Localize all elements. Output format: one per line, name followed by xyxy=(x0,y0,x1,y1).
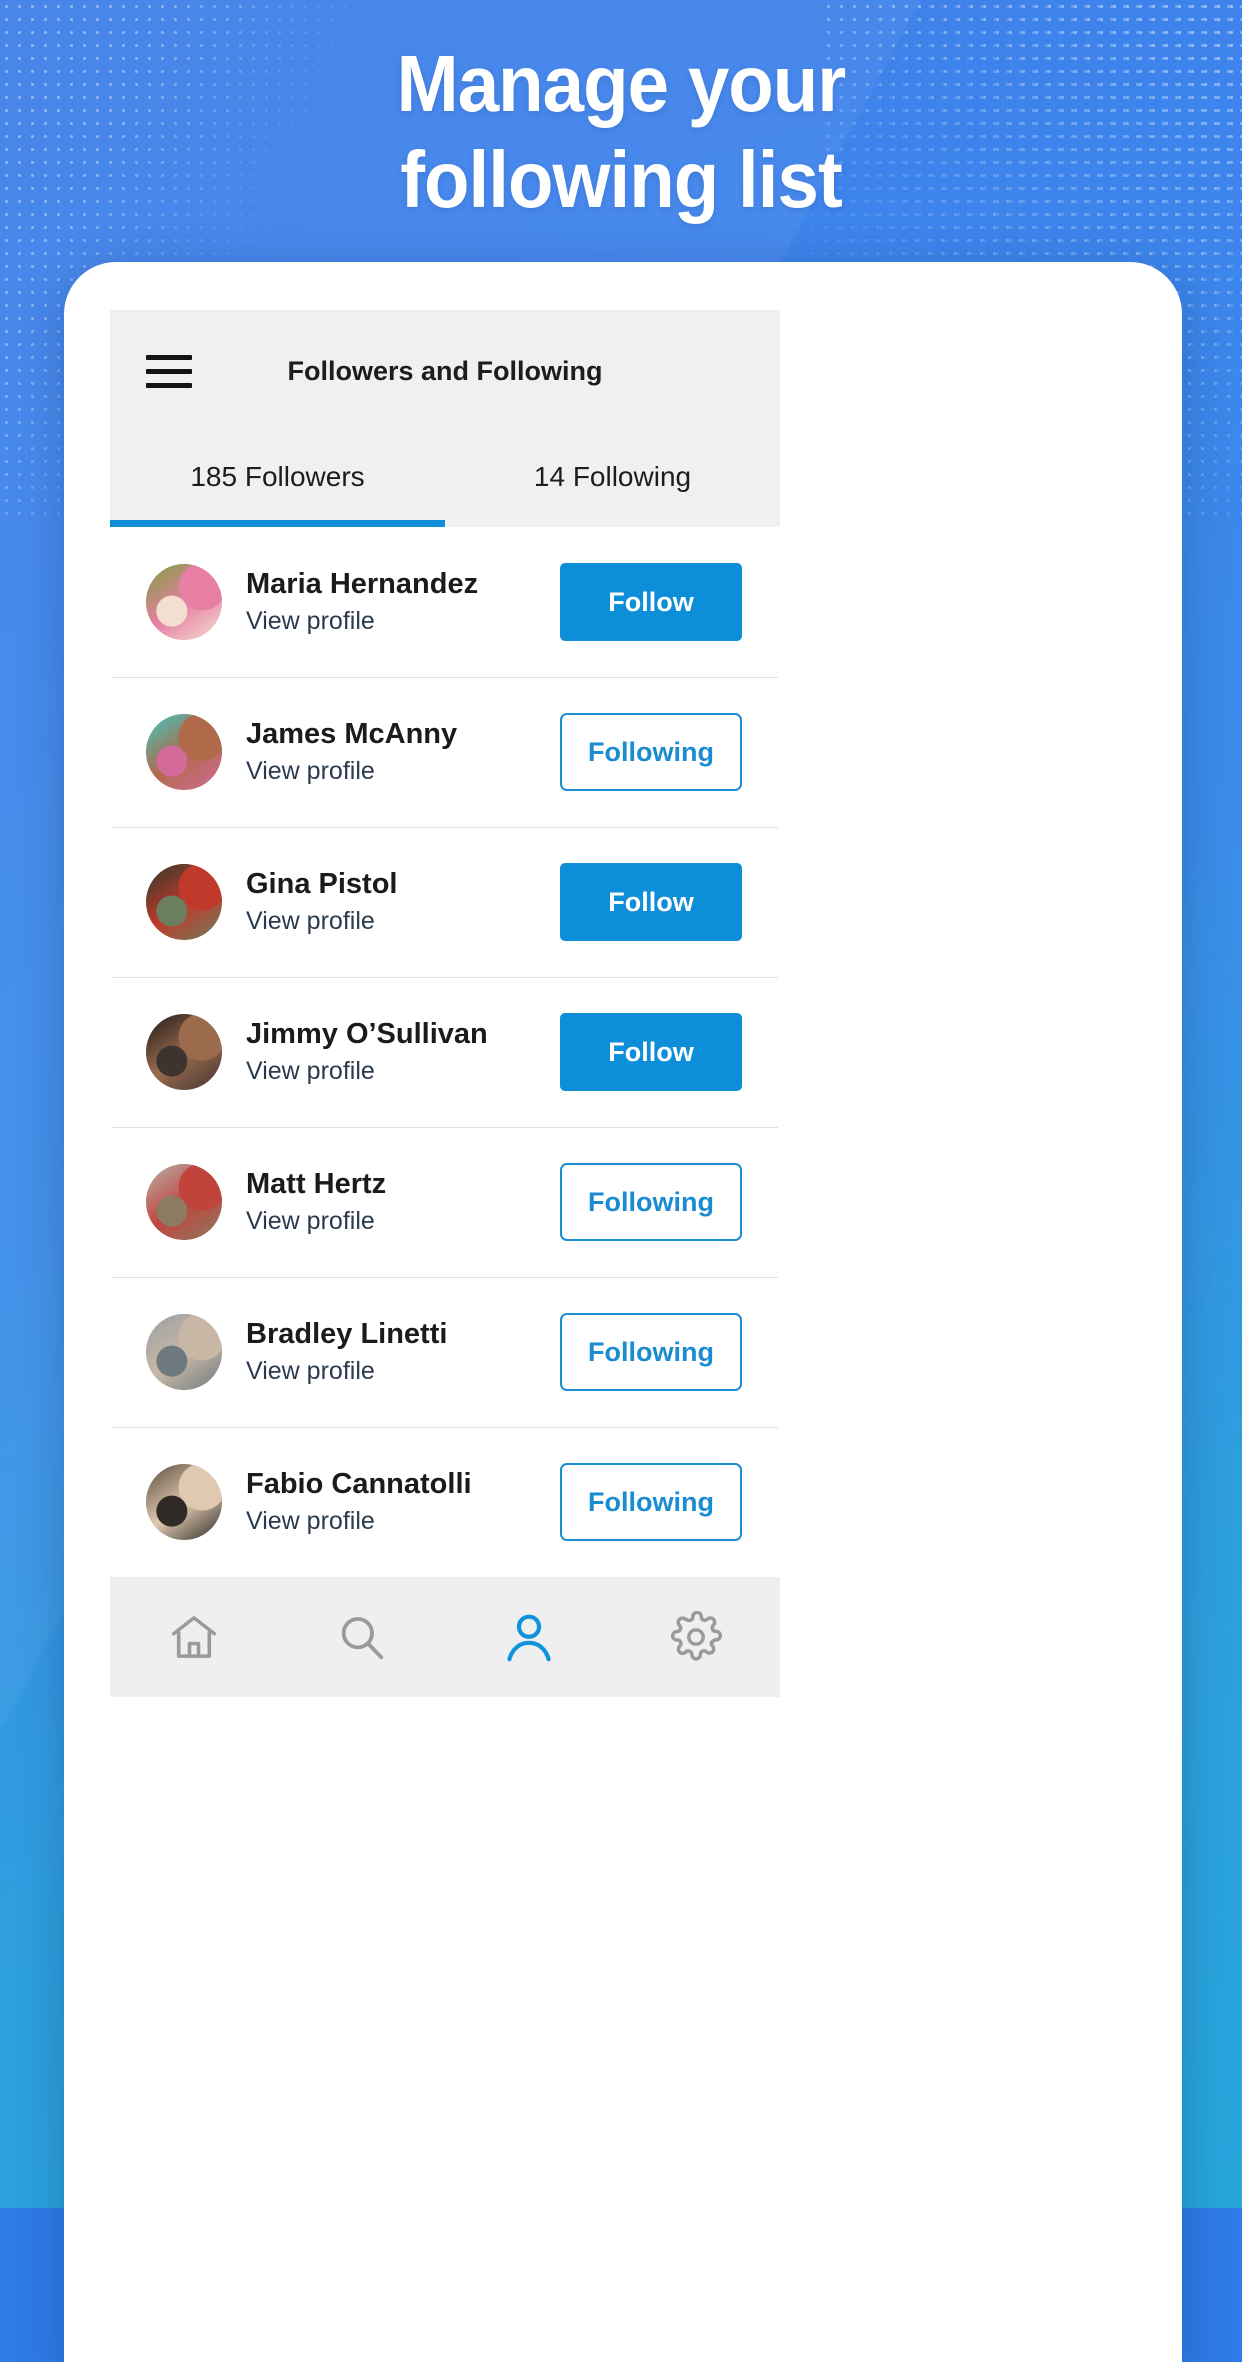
list-item[interactable]: Matt Hertz View profile Following xyxy=(110,1127,780,1277)
view-profile-link[interactable]: View profile xyxy=(246,907,560,936)
page-title: Followers and Following xyxy=(287,355,603,386)
hamburger-menu-icon[interactable] xyxy=(146,354,192,388)
following-button[interactable]: Following xyxy=(560,1313,742,1391)
bottom-navigation xyxy=(110,1577,780,1697)
phone-mockup: Followers and Following 185 Followers 14… xyxy=(64,262,1182,2362)
tab-followers[interactable]: 185 Followers xyxy=(110,432,445,527)
person-meta: Fabio Cannatolli View profile xyxy=(246,1468,560,1536)
nav-item-home[interactable] xyxy=(110,1610,278,1664)
list-item[interactable]: Maria Hernandez View profile Follow xyxy=(110,527,780,677)
following-button[interactable]: Following xyxy=(560,713,742,791)
following-button[interactable]: Following xyxy=(560,1163,742,1241)
tab-following[interactable]: 14 Following xyxy=(445,432,780,527)
hero-headline-line-2: following list xyxy=(400,135,843,224)
gear-icon xyxy=(671,1611,723,1661)
follow-button[interactable]: Follow xyxy=(560,1013,742,1091)
list-item[interactable]: Fabio Cannatolli View profile Following xyxy=(110,1427,780,1577)
nav-item-settings[interactable] xyxy=(613,1611,781,1663)
people-list: Maria Hernandez View profile Follow James M… xyxy=(110,527,780,1577)
person-name: Gina Pistol xyxy=(246,867,398,900)
view-profile-link[interactable]: View profile xyxy=(246,1507,560,1536)
person-meta: Matt Hertz View profile xyxy=(246,1168,560,1236)
person-meta: Bradley Linetti View profile xyxy=(246,1318,560,1386)
following-button[interactable]: Following xyxy=(560,1463,742,1541)
phone-screen: Followers and Following 185 Followers 14… xyxy=(110,310,780,2310)
tab-bar: 185 Followers 14 Following xyxy=(110,432,780,527)
view-profile-link[interactable]: View profile xyxy=(246,1207,560,1236)
follow-button[interactable]: Follow xyxy=(560,563,742,641)
hero-headline: Manage your following list xyxy=(0,44,1242,220)
avatar-image xyxy=(146,1314,222,1390)
nav-item-search[interactable] xyxy=(278,1610,446,1664)
person-meta: Gina Pistol View profile xyxy=(246,868,560,936)
person-name: Maria Hernandez xyxy=(246,567,479,600)
avatar-image xyxy=(146,1164,222,1240)
view-profile-link[interactable]: View profile xyxy=(246,1357,560,1386)
list-item[interactable]: Bradley Linetti View profile Following xyxy=(110,1277,780,1427)
nav-item-profile[interactable] xyxy=(445,1609,613,1665)
avatar-gina-pistol[interactable] xyxy=(146,864,222,940)
view-profile-link[interactable]: View profile xyxy=(246,757,560,786)
follow-button[interactable]: Follow xyxy=(560,863,742,941)
person-name: Jimmy O’Sullivan xyxy=(246,1017,488,1050)
home-icon xyxy=(171,1616,216,1658)
person-name: Bradley Linetti xyxy=(246,1317,448,1350)
list-item[interactable]: Gina Pistol View profile Follow xyxy=(110,827,780,977)
avatar-james-mcanny[interactable] xyxy=(146,714,222,790)
avatar-fabio-cannatolli[interactable] xyxy=(146,1464,222,1540)
avatar-image xyxy=(146,564,222,640)
hamburger-line xyxy=(146,368,192,374)
avatar-image xyxy=(146,1014,222,1090)
view-profile-link[interactable]: View profile xyxy=(246,607,560,636)
person-name: James McAnny xyxy=(246,717,458,750)
app-bar: Followers and Following xyxy=(110,310,780,432)
list-item[interactable]: James McAnny View profile Following xyxy=(110,677,780,827)
search-icon xyxy=(342,1617,384,1660)
person-name: Matt Hertz xyxy=(246,1167,387,1200)
person-meta: Jimmy O’Sullivan View profile xyxy=(246,1018,560,1086)
person-meta: James McAnny View profile xyxy=(246,718,560,786)
avatar-maria-hernandez[interactable] xyxy=(146,564,222,640)
person-meta: Maria Hernandez View profile xyxy=(246,568,560,636)
hamburger-line xyxy=(146,382,192,388)
avatar-image xyxy=(146,864,222,940)
avatar-jimmy-osullivan[interactable] xyxy=(146,1014,222,1090)
person-icon xyxy=(507,1614,551,1662)
avatar-image xyxy=(146,714,222,790)
hamburger-line xyxy=(146,354,192,360)
hero-headline-line-1: Manage your xyxy=(396,39,847,128)
avatar-matt-hertz[interactable] xyxy=(146,1164,222,1240)
avatar-bradley-linetti[interactable] xyxy=(146,1314,222,1390)
view-profile-link[interactable]: View profile xyxy=(246,1057,560,1086)
list-item[interactable]: Jimmy O’Sullivan View profile Follow xyxy=(110,977,780,1127)
avatar-image xyxy=(146,1464,222,1540)
person-name: Fabio Cannatolli xyxy=(246,1467,472,1500)
tab-active-indicator xyxy=(110,520,445,527)
